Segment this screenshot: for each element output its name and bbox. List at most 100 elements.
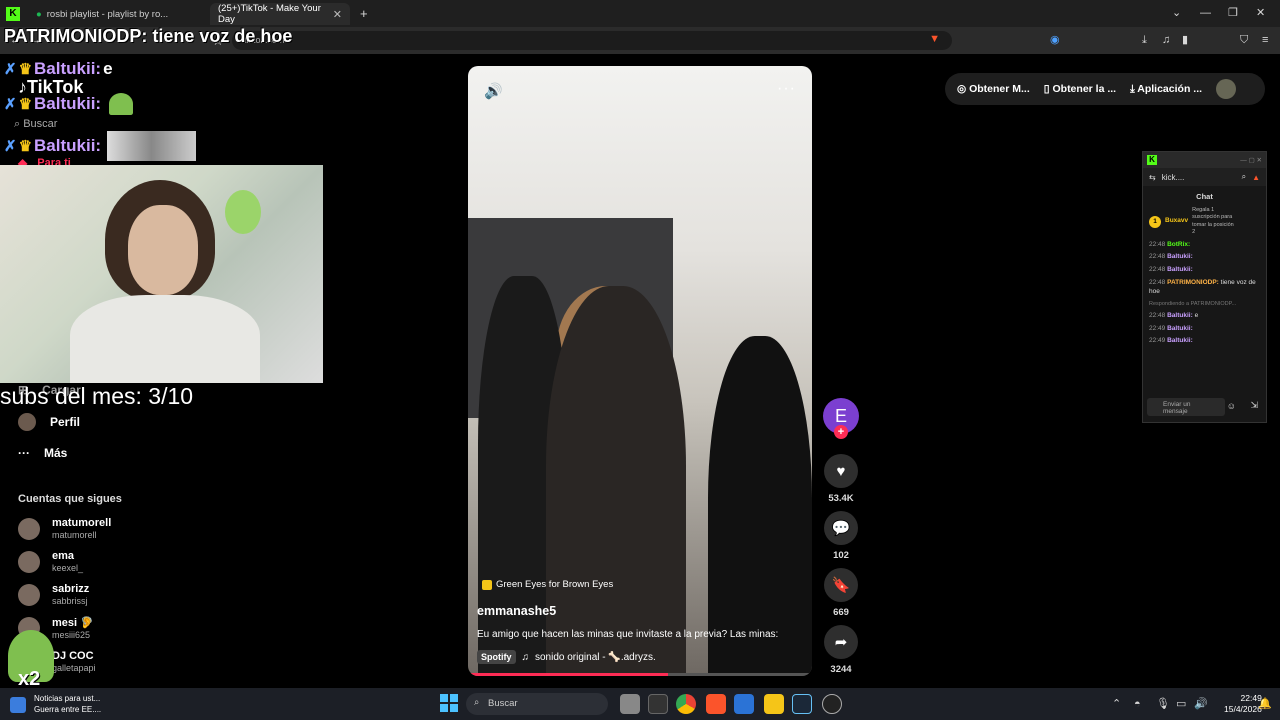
bookmark-icon[interactable]: 🔖 (824, 568, 858, 602)
file-explorer-icon[interactable] (764, 694, 784, 714)
nav-profile[interactable]: Perfil (18, 413, 80, 431)
message-user[interactable]: Baltukii: (1167, 266, 1193, 273)
kick-window-controls[interactable]: — ▢ ✕ (1240, 156, 1262, 164)
taskbar-search-input[interactable]: ⌕ Buscar (466, 693, 608, 715)
close-window-button[interactable]: ✕ (1256, 8, 1265, 19)
message-user[interactable]: BotRix: (1167, 241, 1190, 248)
following-avatar (18, 517, 40, 540)
message-user[interactable]: Baltukii: (1167, 253, 1193, 260)
weather-icon[interactable] (10, 697, 26, 713)
brave-shield-icon[interactable]: ▲ (1252, 173, 1260, 182)
video-progress-bar[interactable] (468, 673, 812, 676)
following-item[interactable]: matumorell matumorell (18, 517, 111, 540)
kick-chat-input[interactable]: Enviar un mensaje (1147, 398, 1225, 416)
send-icon[interactable]: ⇲ (1250, 400, 1258, 411)
volume-icon[interactable]: 🔊 (484, 82, 503, 100)
settings-icon[interactable]: ⇆ (1149, 173, 1156, 182)
kick-popup-window: K — ▢ ✕ ⇆ kick.... ⌕ ▲ Chat 1 Buxavv Reg… (1142, 151, 1267, 423)
tab-tiktok[interactable]: (25+)TikTok - Make Your Day ✕ (210, 3, 350, 25)
streamer-face (128, 205, 198, 295)
more-options-icon[interactable]: ··· (777, 80, 796, 98)
notification-bell-icon[interactable]: 🔔 (1258, 699, 1272, 710)
mic-icon[interactable]: 🎙 (1156, 699, 1170, 710)
sword-badge-icon: ✗ (4, 138, 17, 155)
share-icon[interactable]: ➦ (824, 625, 858, 659)
minimize-button[interactable]: — (1200, 8, 1211, 19)
kick-app-icon[interactable]: K (6, 7, 20, 21)
extension-icon[interactable]: ◉ (1050, 35, 1060, 46)
share-action[interactable]: ➦ 3244 (822, 625, 860, 675)
url-input[interactable]: tiktok.com ▼ (232, 31, 952, 50)
following-handle: galletapapi (52, 663, 96, 673)
shield-icon[interactable]: ⛉ (1240, 35, 1248, 46)
menu-icon[interactable]: ≡ (1262, 35, 1268, 46)
heart-icon[interactable]: ♥ (824, 454, 858, 488)
news-widget[interactable]: Noticias para ust... Guerra entre EE.... (34, 694, 101, 716)
kick-url-bar[interactable]: ⇆ kick.... ⌕ ▲ (1143, 168, 1266, 186)
taskbar-clock[interactable]: 22:49 15/4/2026 (1224, 693, 1262, 715)
obs-icon[interactable] (822, 694, 842, 714)
following-item[interactable]: ema keexel_ (18, 550, 83, 573)
kick-message: 22:48 Baltukii: e (1143, 310, 1266, 323)
epic-games-icon[interactable] (648, 694, 668, 714)
tiktok-top-buttons: ◎ Obtener M... ▯ Obtener la ... ⤓ Aplica… (945, 73, 1265, 105)
brave-shield-icon[interactable]: ▼ (929, 34, 940, 45)
sound-row[interactable]: Spotify ♫ sonido original - 🦴.adryzs. (477, 650, 656, 664)
message-user[interactable]: Baltukii: (1167, 337, 1193, 344)
message-time: 22:48 (1149, 311, 1166, 319)
network-icon[interactable]: ▭ (1176, 699, 1186, 710)
following-text: sabrizz sabbrissj (52, 583, 89, 606)
tab-spotify[interactable]: ● rosbi playlist - playlist by ro... (28, 3, 208, 25)
message-user[interactable]: PATRIMONIODP: (1167, 279, 1219, 286)
message-time: 22:48 (1149, 240, 1166, 248)
tiktok-search-input[interactable]: ⌕ Buscar (14, 118, 57, 131)
tab-search-icon[interactable]: ⌄ (1172, 8, 1181, 19)
get-app-button[interactable]: ▯ Obtener la ... (1044, 83, 1116, 95)
music-tag[interactable]: Green Eyes for Brown Eyes (482, 579, 613, 590)
rank-badge: 1 (1149, 215, 1161, 228)
new-tab-button[interactable]: + (360, 7, 368, 20)
download-icon[interactable]: ⤓ (1142, 35, 1147, 46)
emote-icon[interactable]: ☺ (1227, 401, 1236, 411)
get-coins-button[interactable]: ◎ Obtener M... (957, 83, 1030, 95)
follow-plus-icon[interactable]: + (834, 425, 848, 439)
maximize-button[interactable]: ❐ (1228, 8, 1238, 19)
close-tab-icon[interactable]: ✕ (333, 8, 342, 21)
zoom-icon[interactable]: ⌕ (1242, 172, 1246, 182)
tray-chevron-icon[interactable]: ⌃ (1112, 699, 1121, 710)
user-avatar[interactable] (1216, 79, 1237, 99)
sidebar-icon[interactable]: ▮ (1182, 35, 1188, 46)
message-user[interactable]: Baltukii: (1167, 312, 1193, 319)
following-name: DJ COC (52, 650, 94, 662)
comment-icon[interactable]: 💬 (824, 511, 858, 545)
video-author[interactable]: emmanashe5 (477, 604, 556, 618)
comment-action[interactable]: 💬 102 (822, 511, 860, 561)
volume-tray-icon[interactable]: 🔊 (1194, 699, 1208, 710)
store-icon[interactable] (734, 694, 754, 714)
steam-icon[interactable] (792, 694, 812, 714)
like-action[interactable]: ♥ 53.4K (822, 454, 860, 504)
task-view-icon[interactable] (620, 694, 640, 714)
media-icon[interactable]: ♫ (1162, 35, 1170, 46)
message-user[interactable]: Baltukii: (1167, 325, 1193, 332)
desktop-app-button[interactable]: ⤓ Aplicación ... (1130, 83, 1202, 96)
chrome-icon[interactable] (676, 694, 696, 714)
sword-badge-icon: ✗ (4, 61, 17, 78)
kick-chat-title: Chat (1196, 192, 1213, 201)
sword-badge-icon: ✗ (4, 96, 17, 113)
following-text: ema keexel_ (52, 550, 83, 573)
video-person-center (546, 286, 686, 676)
subs-counter: subs del mes: 3/10 (0, 383, 194, 409)
following-item[interactable]: sabrizz sabbrissj (18, 583, 89, 606)
following-handle: keexel_ (52, 563, 84, 573)
following-name: mesi 🦻 (52, 617, 94, 629)
kick-message-list: 22:48 BotRix: 22:48 Baltukii: 22:48 Balt… (1143, 239, 1266, 349)
discord-icon[interactable]: ◓ (1134, 699, 1141, 710)
windows-start-icon[interactable] (440, 694, 460, 714)
tiktok-video[interactable]: 🔊 ··· Green Eyes for Brown Eyes emmanash… (468, 66, 812, 676)
kick-logo-icon: K (1147, 155, 1157, 165)
brave-icon[interactable] (706, 694, 726, 714)
nav-more[interactable]: ··· Más (18, 446, 67, 460)
spotify-badge[interactable]: Spotify (477, 650, 516, 664)
save-action[interactable]: 🔖 669 (822, 568, 860, 618)
